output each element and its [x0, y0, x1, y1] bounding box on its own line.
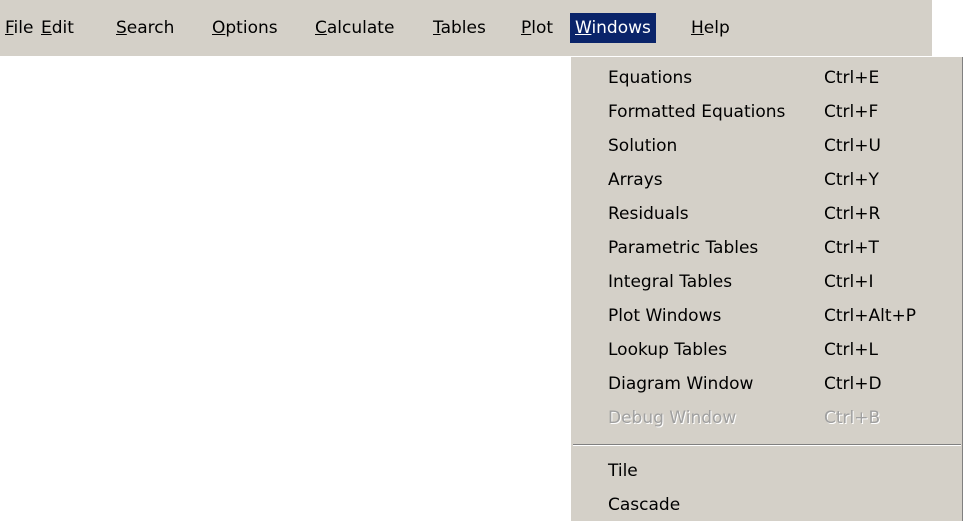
menu-help[interactable]: Help	[686, 13, 735, 43]
menu-file-label: ile	[13, 18, 34, 38]
menu-item-label: Integral Tables	[608, 272, 733, 292]
menu-tables-label: ables	[440, 18, 486, 38]
menu-item-cascade[interactable]: Cascade	[571, 488, 963, 522]
menu-tables-mnemonic: T	[433, 18, 441, 38]
menu-item-shortcut: Ctrl+R	[824, 204, 881, 224]
menu-windows-mnemonic: W	[575, 18, 592, 38]
menu-item-shortcut: Ctrl+I	[824, 272, 874, 292]
menu-separator	[573, 444, 961, 446]
menu-item-label: Tile	[608, 461, 638, 481]
menu-item-label: Debug Window	[608, 408, 737, 428]
menu-calculate[interactable]: Calculate	[310, 13, 399, 43]
menu-edit-label: dit	[51, 18, 74, 38]
menu-search-mnemonic: S	[116, 18, 127, 38]
menu-item-label: Diagram Window	[608, 374, 754, 394]
menu-item-equations[interactable]: Equations Ctrl+E	[571, 61, 963, 95]
menu-item-label: Residuals	[608, 204, 689, 224]
menu-calculate-mnemonic: C	[315, 18, 327, 38]
menu-item-solution[interactable]: Solution Ctrl+U	[571, 129, 963, 163]
menu-options-label: ptions	[225, 18, 278, 38]
menu-item-label: Solution	[608, 136, 678, 156]
menu-edit-mnemonic: E	[41, 18, 52, 38]
menu-item-parametric-tables[interactable]: Parametric Tables Ctrl+T	[571, 231, 963, 265]
menu-search-label: earch	[126, 18, 175, 38]
windows-dropdown-menu: Equations Ctrl+E Formatted Equations Ctr…	[570, 56, 963, 521]
menu-item-label: Formatted Equations	[608, 102, 786, 122]
menu-edit[interactable]: Edit	[36, 13, 79, 43]
menu-item-formatted-equations[interactable]: Formatted Equations Ctrl+F	[571, 95, 963, 129]
menu-item-shortcut: Ctrl+E	[824, 68, 880, 88]
menu-item-label: Equations	[608, 68, 693, 88]
menu-windows[interactable]: Windows	[570, 13, 656, 43]
menu-item-shortcut: Ctrl+F	[824, 102, 879, 122]
menu-item-shortcut: Ctrl+L	[824, 340, 878, 360]
menu-help-label: elp	[703, 18, 730, 38]
menu-item-label: Parametric Tables	[608, 238, 759, 258]
menu-item-diagram-window[interactable]: Diagram Window Ctrl+D	[571, 367, 963, 401]
menu-tables[interactable]: Tables	[428, 13, 491, 43]
menu-options-mnemonic: O	[212, 18, 226, 38]
menu-item-shortcut: Ctrl+U	[824, 136, 881, 156]
menu-item-shortcut: Ctrl+B	[824, 408, 881, 428]
menu-item-label: Cascade	[608, 495, 681, 515]
menu-help-mnemonic: H	[691, 18, 704, 38]
menu-item-label: Arrays	[608, 170, 663, 190]
menu-item-tile[interactable]: Tile	[571, 454, 963, 488]
menu-calculate-label: alculate	[326, 18, 395, 38]
menu-item-integral-tables[interactable]: Integral Tables Ctrl+I	[571, 265, 963, 299]
menu-windows-label: indows	[591, 18, 651, 38]
menu-file[interactable]: File	[0, 13, 38, 43]
menu-item-label: Lookup Tables	[608, 340, 728, 360]
menu-plot[interactable]: Plot	[516, 13, 558, 43]
menu-plot-label: lot	[531, 18, 554, 38]
menu-item-lookup-tables[interactable]: Lookup Tables Ctrl+L	[571, 333, 963, 367]
menu-item-shortcut: Ctrl+Alt+P	[824, 306, 917, 326]
menu-item-arrays[interactable]: Arrays Ctrl+Y	[571, 163, 963, 197]
menu-item-label: Plot Windows	[608, 306, 722, 326]
menu-options[interactable]: Options	[207, 13, 283, 43]
menu-item-debug-window: Debug Window Ctrl+B	[571, 401, 963, 435]
menu-item-shortcut: Ctrl+D	[824, 374, 882, 394]
menu-search[interactable]: Search	[111, 13, 179, 43]
menu-item-shortcut: Ctrl+Y	[824, 170, 879, 190]
menu-item-residuals[interactable]: Residuals Ctrl+R	[571, 197, 963, 231]
menu-file-mnemonic: F	[5, 18, 14, 38]
menu-plot-mnemonic: P	[521, 18, 532, 38]
menu-item-shortcut: Ctrl+T	[824, 238, 879, 258]
menu-item-plot-windows[interactable]: Plot Windows Ctrl+Alt+P	[571, 299, 963, 333]
menu-bar: File Edit Search Options Calculate Table…	[0, 0, 932, 56]
